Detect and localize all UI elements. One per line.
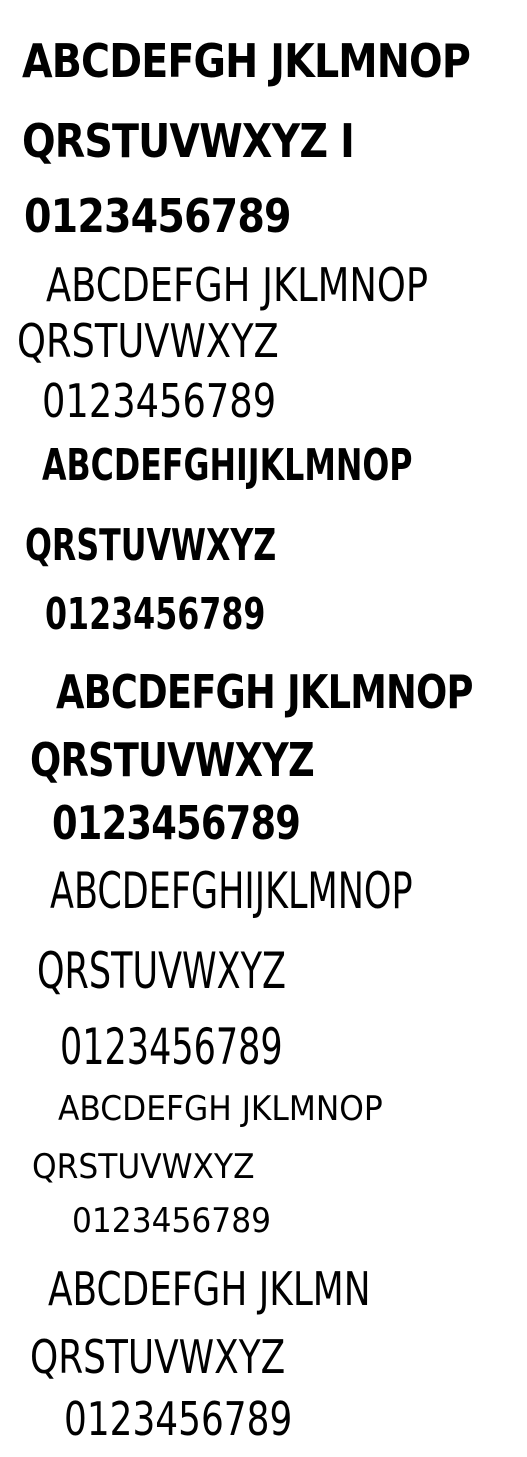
specimen-2-digits: 0123456789 xyxy=(42,374,277,428)
specimen-3-letters-line-1: ABCDEFGHIJKLMNOP xyxy=(42,440,413,491)
specimen-7-digits: 0123456789 xyxy=(64,1392,293,1446)
specimen-1-letters-line-2: QRSTUVWXYZ I xyxy=(22,114,355,168)
specimen-7-letters-line-2: QRSTUVWXYZ xyxy=(30,1330,286,1384)
specimen-1-digits: 0123456789 xyxy=(24,189,292,243)
specimen-4-letters-line-2: QRSTUVWXYZ xyxy=(30,733,315,787)
specimen-3-digits: 0123456789 xyxy=(45,589,266,640)
specimen-6-letters-line-1: ABCDEFGH JKLMNOP xyxy=(58,1089,383,1129)
font-specimen: ABCDEFGH JKLMNOP QRSTUVWXYZ I 0123456789… xyxy=(0,0,527,1457)
specimen-1-letters-line-1: ABCDEFGH JKLMNOP xyxy=(22,34,471,88)
specimen-5-letters-line-2: QRSTUVWXYZ xyxy=(37,942,286,1000)
specimen-3-letters-line-2: QRSTUVWXYZ xyxy=(25,520,277,571)
specimen-2-letters-line-1: ABCDEFGH JKLMNOP xyxy=(46,258,429,312)
specimen-4-letters-line-1: ABCDEFGH JKLMNOP xyxy=(56,665,474,719)
specimen-6-digits: 0123456789 xyxy=(72,1201,272,1241)
specimen-2-letters-line-2: QRSTUVWXYZ xyxy=(17,314,279,368)
specimen-6-letters-line-2: QRSTUVWXYZ xyxy=(32,1147,255,1187)
specimen-5-digits: 0123456789 xyxy=(60,1018,283,1076)
specimen-5-letters-line-1: ABCDEFGHIJKLMNOP xyxy=(50,862,413,920)
specimen-7-letters-line-1: ABCDEFGH JKLMN xyxy=(48,1262,371,1316)
specimen-4-digits: 0123456789 xyxy=(52,796,301,850)
